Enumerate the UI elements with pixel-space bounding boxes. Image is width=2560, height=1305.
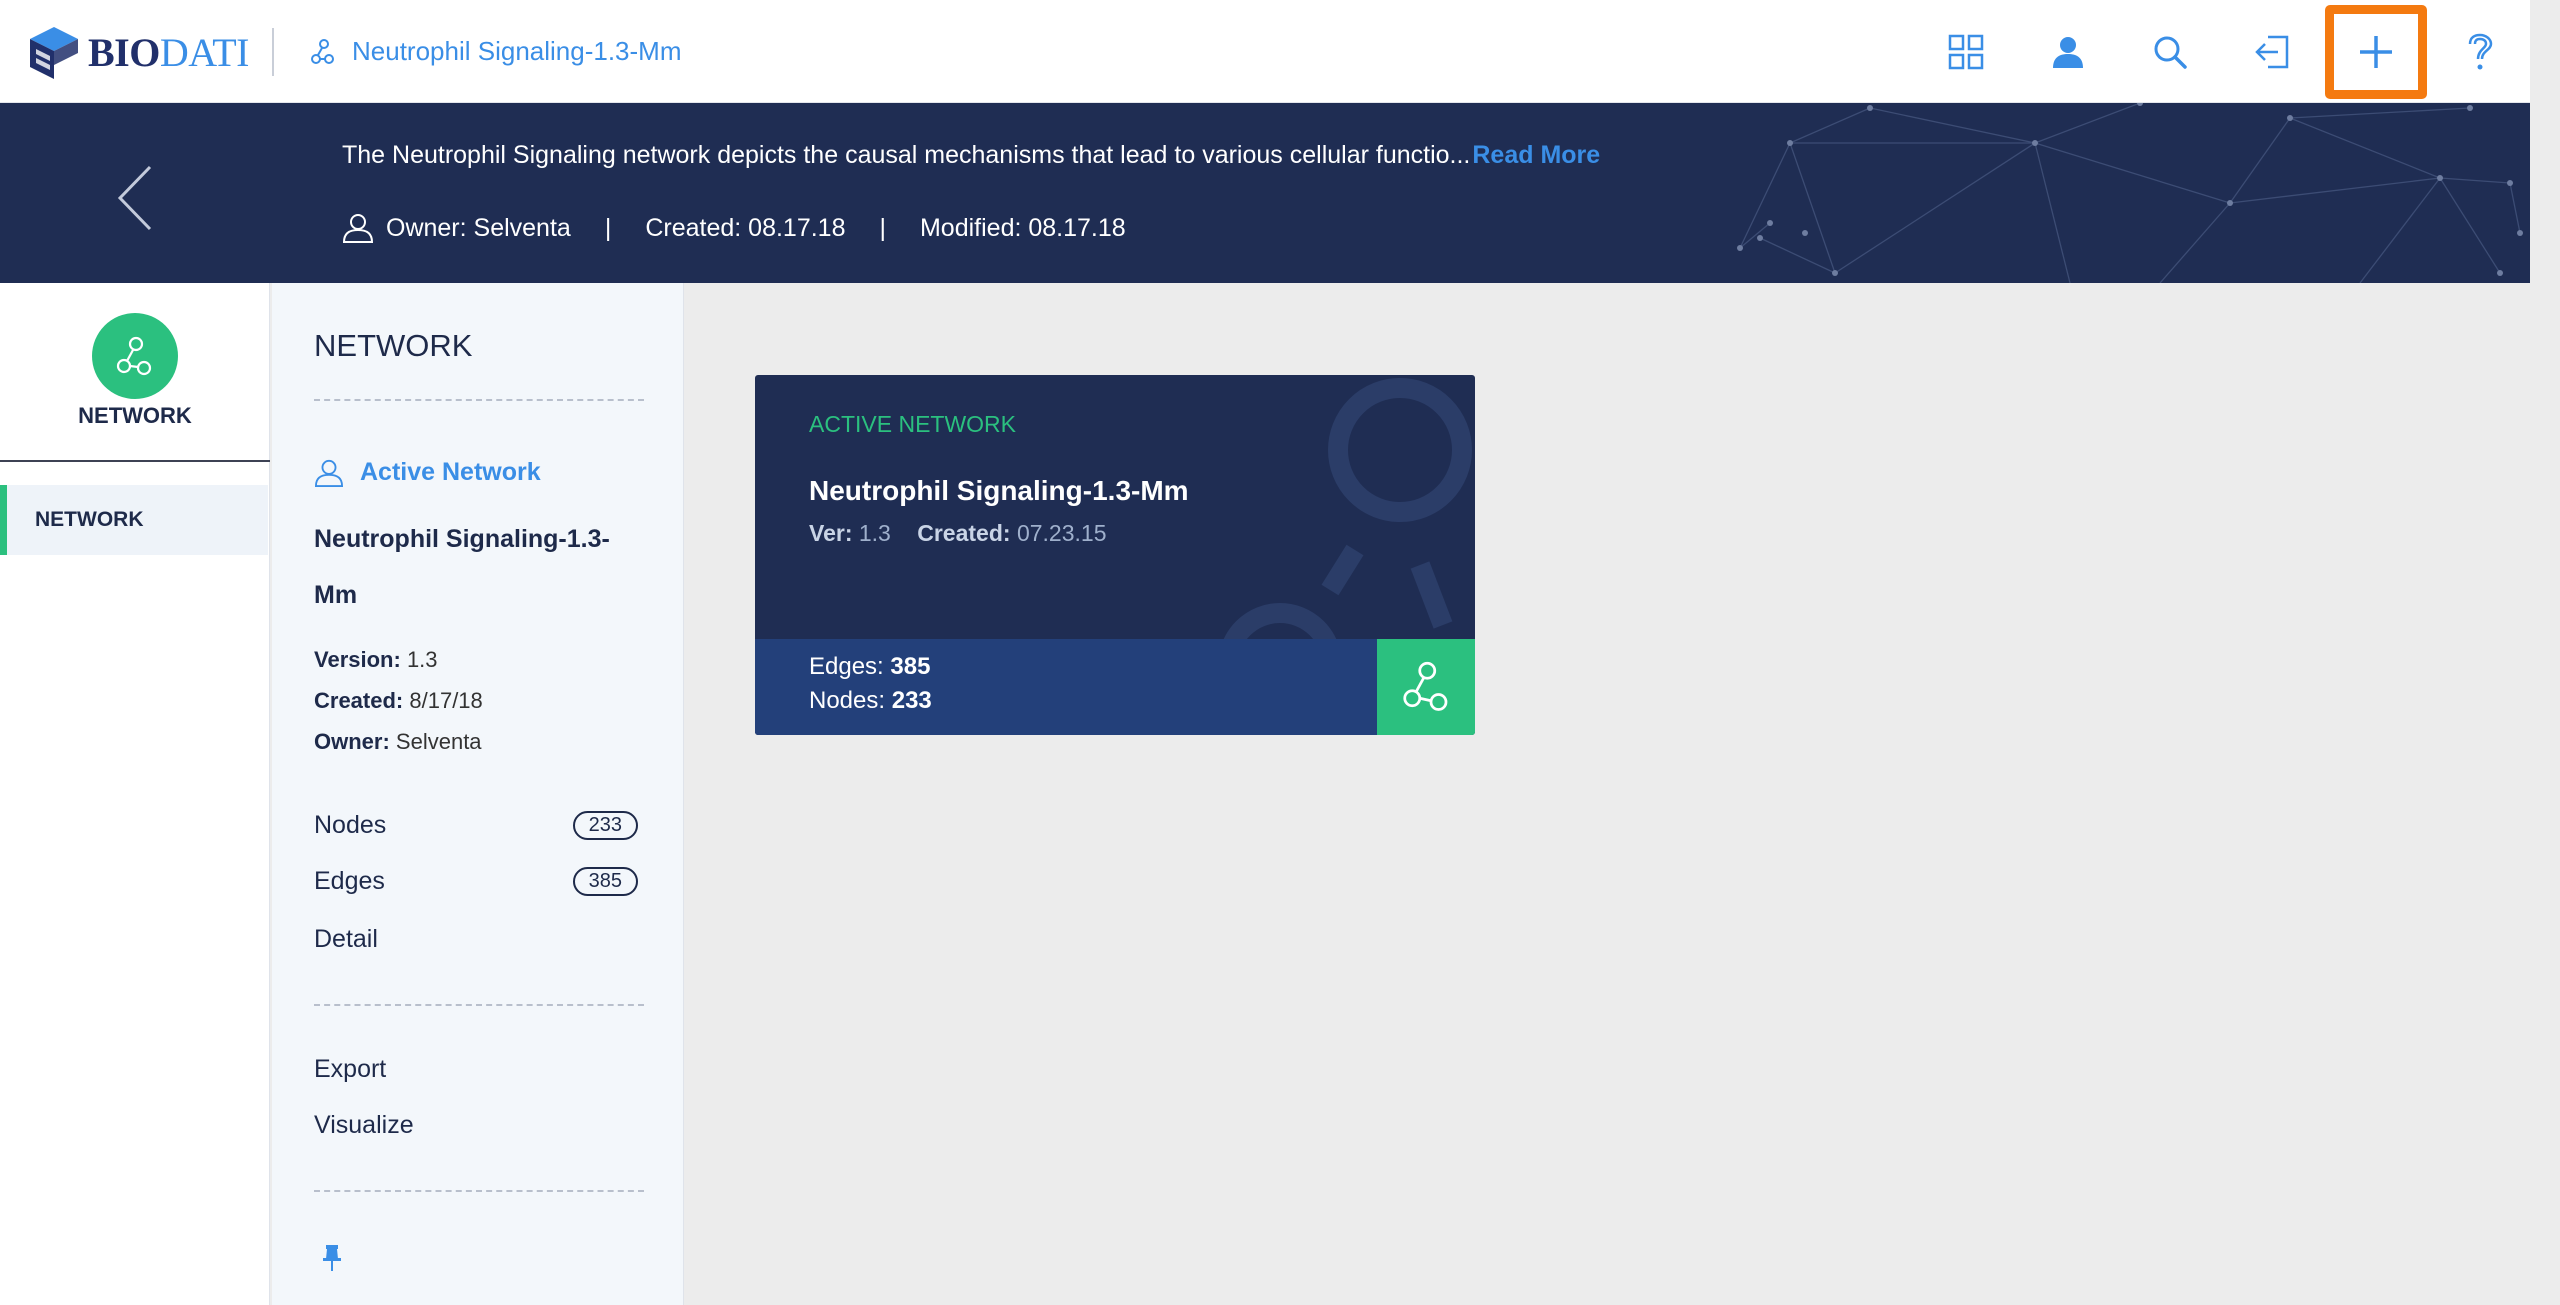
card-nodes-label: Nodes: <box>809 687 886 714</box>
version-value: 1.3 <box>406 647 438 672</box>
network-icon <box>1403 661 1448 711</box>
constellation-decoration <box>1737 103 2523 283</box>
network-section-button[interactable] <box>92 313 178 399</box>
nodes-row[interactable]: Nodes 233 <box>314 811 638 840</box>
breadcrumb[interactable]: Neutrophil Signaling-1.3-Mm <box>310 36 681 67</box>
search-button[interactable] <box>2140 22 2200 82</box>
nodes-label: Nodes <box>314 811 387 839</box>
meta-separator: | <box>879 213 886 242</box>
created-label: Created: <box>314 688 404 713</box>
owner-text: Owner: Selventa <box>386 213 571 242</box>
modified-text: Modified: 08.17.18 <box>919 213 1126 242</box>
top-bar: BIODATI Neutrophil Signaling-1.3-Mm <box>0 0 2530 103</box>
card-created-label: Created: <box>917 520 1011 546</box>
edges-row[interactable]: Edges 385 <box>314 867 638 896</box>
version-line: Version: 1.3 <box>314 647 438 673</box>
pin-icon[interactable] <box>322 1243 342 1273</box>
header-divider <box>272 28 274 76</box>
detail-link[interactable]: Detail <box>314 925 378 954</box>
card-ver-value: 1.3 <box>858 520 891 546</box>
open-network-button[interactable] <box>1377 639 1475 735</box>
owner-value: Selventa <box>395 729 482 754</box>
nodes-count-badge: 233 <box>572 811 638 840</box>
network-detail-panel: NETWORK Active Network Neutrophil Signal… <box>272 283 684 1305</box>
logo-bio: BIO <box>88 29 160 75</box>
meta-separator: | <box>604 213 612 242</box>
card-nodes: Nodes: 233 <box>809 687 932 715</box>
dashed-divider <box>314 1190 644 1192</box>
logo-dati: DATI <box>159 29 250 75</box>
card-meta: Ver: 1.3 Created: 07.23.15 <box>809 520 1106 547</box>
card-created-value: 07.23.15 <box>1016 520 1107 546</box>
help-button[interactable] <box>2450 22 2510 82</box>
biodati-logo[interactable]: BIODATI <box>26 20 249 84</box>
breadcrumb-label: Neutrophil Signaling-1.3-Mm <box>352 36 682 66</box>
card-label: ACTIVE NETWORK <box>809 411 1017 437</box>
exit-button[interactable] <box>2242 22 2302 82</box>
card-edges: Edges: 385 <box>809 653 930 681</box>
edges-label: Edges <box>314 867 385 895</box>
network-name: Neutrophil Signaling-1.3-Mm <box>314 525 610 609</box>
active-network-card[interactable]: ACTIVE NETWORK Neutrophil Signaling-1.3-… <box>755 375 1475 735</box>
profile-button[interactable] <box>2038 22 2098 82</box>
add-button[interactable] <box>2325 5 2427 99</box>
logo-mark-icon <box>30 27 78 79</box>
card-ver-label: Ver: <box>809 520 853 546</box>
plus-icon <box>2360 36 2392 68</box>
grid-icon <box>1948 34 1984 70</box>
version-label: Version: <box>314 647 401 672</box>
description-text: The Neutrophil Signaling network depicts… <box>342 141 1471 169</box>
card-edges-label: Edges: <box>809 653 884 680</box>
network-banner: The Neutrophil Signaling network depicts… <box>0 103 2530 283</box>
active-network-link[interactable]: Active Network <box>314 458 541 487</box>
owner-icon <box>342 214 374 243</box>
left-nav: NETWORK NETWORK <box>0 283 270 1305</box>
user-icon <box>2053 37 2083 68</box>
search-icon <box>2154 36 2187 69</box>
read-more-link[interactable]: Read More <box>1472 141 1600 169</box>
chevron-left-icon[interactable] <box>112 163 162 233</box>
card-title: Neutrophil Signaling-1.3-Mm <box>809 475 1189 506</box>
card-footer: Edges: 385 Nodes: 233 <box>755 639 1377 735</box>
user-outline-icon <box>314 459 344 487</box>
active-network-label: Active Network <box>360 458 541 486</box>
network-icon <box>311 38 334 64</box>
dashed-divider <box>314 1004 644 1006</box>
nav-divider <box>0 460 270 462</box>
dashed-divider <box>314 399 644 401</box>
network-icon <box>116 336 152 376</box>
owner-label: Owner: <box>314 729 390 754</box>
network-description: The Neutrophil Signaling network depicts… <box>342 141 1600 170</box>
banner-meta: Owner: Selventa | Created: 08.17.18 | Mo… <box>342 213 1126 243</box>
help-icon <box>2468 33 2493 70</box>
card-edges-value: 385 <box>890 653 931 680</box>
exit-icon <box>2255 35 2289 69</box>
sidebar-item-label: NETWORK <box>35 508 144 531</box>
sidebar-item-network[interactable]: NETWORK <box>0 485 268 555</box>
edges-count-badge: 385 <box>572 867 638 896</box>
panel-heading: NETWORK <box>314 328 473 363</box>
card-nodes-value: 233 <box>891 687 932 714</box>
visualize-link[interactable]: Visualize <box>314 1111 414 1140</box>
created-text: Created: 08.17.18 <box>645 213 846 242</box>
logo-text: BIODATI <box>88 29 249 76</box>
created-line: Created: 8/17/18 <box>314 688 483 714</box>
apps-grid-button[interactable] <box>1936 22 1996 82</box>
created-value: 8/17/18 <box>409 688 483 713</box>
export-link[interactable]: Export <box>314 1055 386 1084</box>
nav-section-title: NETWORK <box>78 403 192 428</box>
owner-line: Owner: Selventa <box>314 729 482 755</box>
